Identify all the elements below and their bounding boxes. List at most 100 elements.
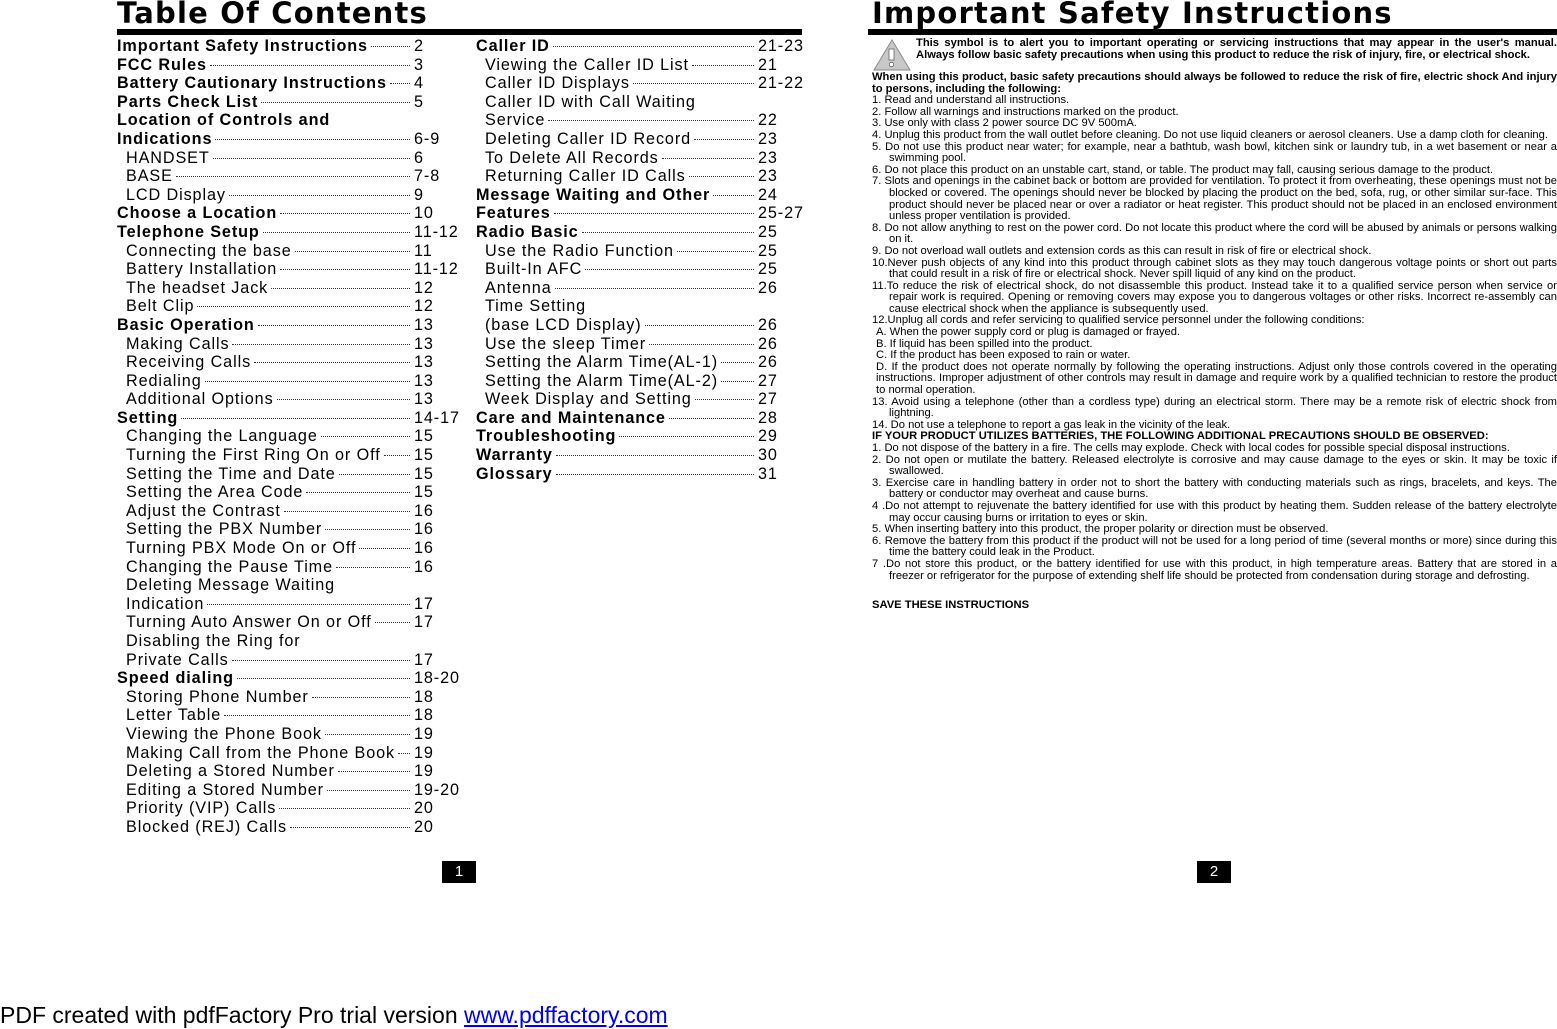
toc-entry[interactable]: Troubleshooting 29 [476,427,806,446]
toc-entry[interactable]: Making Calls 13 [117,335,462,354]
toc-entry[interactable]: Caller ID Displays 21-22 [476,74,806,93]
toc-entry[interactable]: Indication 17 [117,595,462,614]
safety-item: 10.Never push objects of any kind into t… [872,256,1557,281]
toc-entry-label: Glossary [476,464,553,483]
toc-entry[interactable]: Location of Controls and [117,111,462,130]
toc-entry[interactable]: Returning Caller ID Calls 23 [476,167,806,186]
toc-entry-page: 19 [414,762,434,781]
footer-text: PDF created with pdfFactory Pro trial ve… [0,1002,464,1028]
toc-entry[interactable]: Setting 14-17 [117,409,462,428]
battery-item: 6. Remove the battery from this product … [872,534,1557,559]
toc-entry[interactable]: Speed dialing 18-20 [117,669,462,688]
toc-entry-label: Setting the PBX Number [126,520,323,539]
toc-entry[interactable]: (base LCD Display) 26 [476,316,806,335]
toc-entry[interactable]: Antenna 26 [476,279,806,298]
pdffactory-link[interactable]: www.pdffactory.com [464,1002,668,1028]
toc-entry[interactable]: Care and Maintenance 28 [476,409,806,428]
toc-entry[interactable]: Setting the Alarm Time(AL-2) 27 [476,372,806,391]
toc-entry[interactable]: Battery Installation 11-12 [117,260,462,279]
toc-entry[interactable]: Battery Cautionary Instructions 4 [117,74,462,93]
toc-entry[interactable]: Blocked (REJ) Calls 20 [117,818,462,837]
toc-entry[interactable]: Setting the Time and Date 15 [117,465,462,484]
toc-entry[interactable]: Viewing the Caller ID List 21 [476,56,806,75]
toc-entry[interactable]: Caller ID 21-23 [476,37,806,56]
toc-leader-dots [262,231,410,233]
toc-entry[interactable]: Features 25-27 [476,204,806,223]
toc-entry[interactable]: Changing the Pause Time 16 [117,558,462,577]
toc-entry[interactable]: Deleting Message Waiting [117,576,462,595]
toc-entry[interactable]: Redialing 13 [117,372,462,391]
toc-entry[interactable]: Storing Phone Number 18 [117,688,462,707]
toc-entry-page: 19 [414,724,434,743]
safety-item: 7. Slots and openings in the cabinet bac… [872,175,1557,223]
toc-entry[interactable]: The headset Jack 12 [117,279,462,298]
toc-entry-label: Setting the Alarm Time(AL-2) [485,371,719,390]
toc-entry[interactable]: Additional Options 13 [117,390,462,409]
toc-entry[interactable]: Caller ID with Call Waiting [476,93,806,112]
toc-entry[interactable]: Turning PBX Mode On or Off 16 [117,539,462,558]
toc-entry-label: Important Safety Instructions [117,37,368,55]
toc-leader-dots [552,45,754,47]
toc-entry[interactable]: Deleting Caller ID Record 23 [476,130,806,149]
toc-entry[interactable]: Setting the Alarm Time(AL-1) 26 [476,353,806,372]
toc-leader-dots [661,157,754,159]
toc-entry-page: 11-12 [414,260,459,279]
toc-entry[interactable]: Belt Clip 12 [117,297,462,316]
toc-entry[interactable]: Parts Check List 5 [117,93,462,112]
toc-entry-page: 3 [414,55,424,74]
toc-entry[interactable]: Telephone Setup 11-12 [117,223,462,242]
toc-entry-page: 17 [414,613,434,632]
toc-leader-dots [668,417,754,419]
toc-entry[interactable]: To Delete All Records 23 [476,149,806,168]
toc-leader-dots [279,807,410,810]
toc-entry[interactable]: Important Safety Instructions 2 [117,37,462,56]
toc-entry[interactable]: Setting the PBX Number 16 [117,520,462,539]
toc-leader-dots [555,473,754,475]
toc-leader-dots [374,621,410,624]
toc-entry[interactable]: Adjust the Contrast 16 [117,502,462,521]
toc-entry-page: 10 [414,204,434,223]
toc-entry[interactable]: Deleting a Stored Number 19 [117,762,462,781]
toc-entry[interactable]: Indications 6-9 [117,130,462,149]
toc-entry[interactable]: Built-In AFC 25 [476,260,806,279]
toc-entry[interactable]: Warranty 30 [476,446,806,465]
toc-entry[interactable]: Priority (VIP) Calls 20 [117,799,462,818]
toc-entry[interactable]: Service 22 [476,111,806,130]
toc-entry[interactable]: Connecting the base 11 [117,242,462,261]
toc-entry-label: Additional Options [126,390,274,409]
toc-entry[interactable]: Receiving Calls 13 [117,353,462,372]
toc-entry[interactable]: Letter Table 18 [117,706,462,725]
toc-entry[interactable]: Disabling the Ring for [117,632,462,651]
toc-entry[interactable]: Turning the First Ring On or Off 15 [117,446,462,465]
toc-entry-label: Telephone Setup [117,222,260,241]
toc-entry[interactable]: LCD Display 9 [117,186,462,205]
toc-entry[interactable]: Setting the Area Code 15 [117,483,462,502]
toc-entry[interactable]: HANDSET 6 [117,149,462,168]
toc-entry[interactable]: FCC Rules 3 [117,56,462,75]
toc-entry[interactable]: Private Calls 17 [117,651,462,670]
toc-entry-page: 21-22 [758,74,804,93]
toc-leader-dots [721,380,754,382]
toc-entry[interactable]: Turning Auto Answer On or Off 17 [117,613,462,632]
toc-entry[interactable]: Time Setting [476,297,806,316]
toc-entry[interactable]: Choose a Location 10 [117,204,462,223]
toc-entry[interactable]: Week Display and Setting 27 [476,390,806,409]
toc-entry-page: 18 [414,706,434,725]
toc-entry[interactable]: Message Waiting and Other 24 [476,186,806,205]
toc-leader-dots [370,45,410,47]
toc-entry[interactable]: Use the sleep Timer 26 [476,335,806,354]
toc-entry[interactable]: Making Call from the Phone Book 19 [117,744,462,763]
toc-leader-dots [236,677,410,680]
toc-entry[interactable]: Basic Operation 13 [117,316,462,335]
toc-entry[interactable]: Editing a Stored Number 19-20 [117,781,462,800]
toc-entry[interactable]: Glossary 31 [476,465,806,484]
toc-entry[interactable]: Radio Basic 25 [476,223,806,242]
toc-entry[interactable]: Viewing the Phone Book 19 [117,725,462,744]
battery-item: 4 .Do not attempt to rejuvenate the batt… [872,499,1557,524]
toc-entry-page: 20 [414,817,434,836]
toc-entry[interactable]: BASE 7-8 [117,167,462,186]
toc-entry[interactable]: Use the Radio Function 25 [476,242,806,261]
toc-leader-dots [294,250,410,252]
toc-entry-label: Radio Basic [476,222,579,241]
toc-entry[interactable]: Changing the Language 15 [117,427,462,446]
